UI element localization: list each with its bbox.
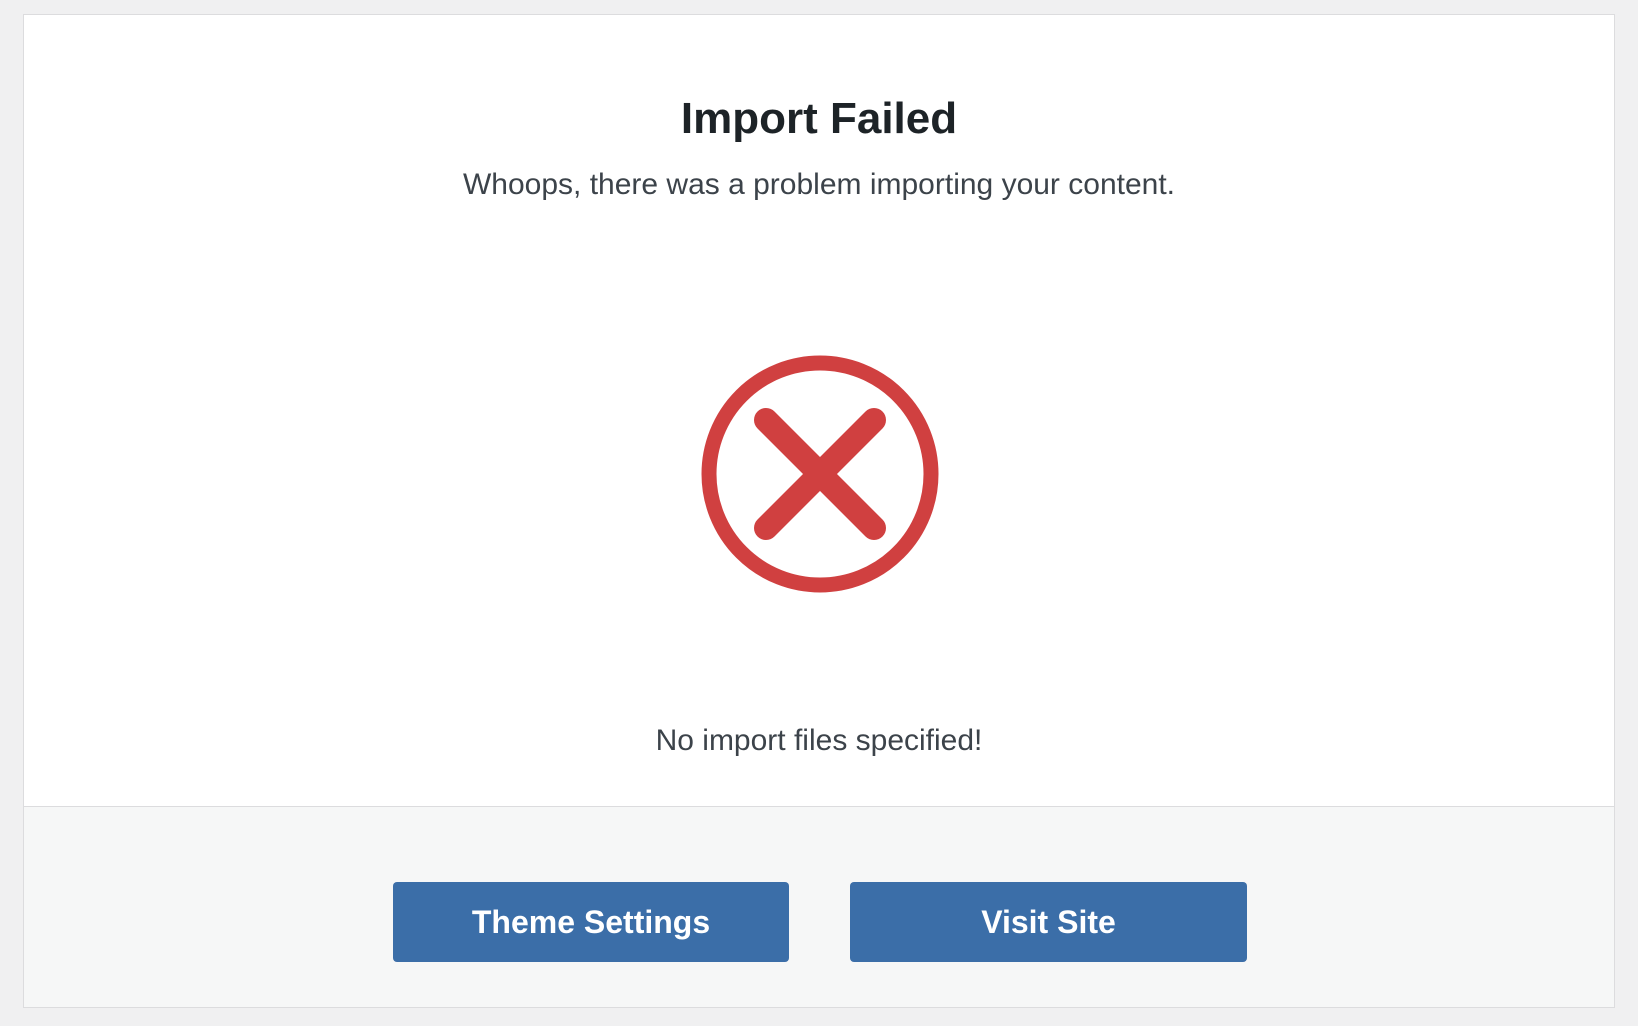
page-title: Import Failed [680,94,958,143]
error-message: No import files specified! [655,724,983,757]
visit-site-button[interactable]: Visit Site [850,882,1247,962]
panel-body: Import Failed Whoops, there was a proble… [24,15,1614,806]
theme-settings-button[interactable]: Theme Settings [393,882,789,962]
error-circle-x-icon [696,350,944,598]
page-subtitle: Whoops, there was a problem importing yo… [462,168,1176,201]
panel-footer: Theme Settings Visit Site [24,806,1614,1007]
import-result-panel: Import Failed Whoops, there was a proble… [23,14,1615,1008]
